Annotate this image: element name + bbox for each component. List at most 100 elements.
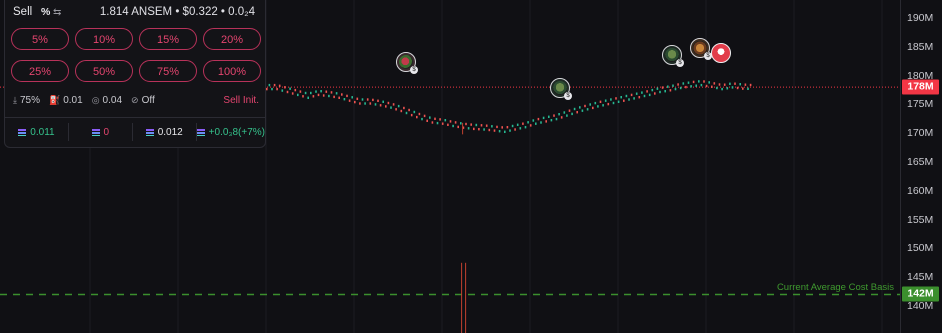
candle [573, 107, 576, 111]
candle [594, 101, 597, 105]
panel-divider [5, 117, 265, 118]
candle [690, 85, 692, 88]
candle [742, 87, 744, 90]
candle [716, 86, 718, 90]
candle [423, 114, 426, 118]
panel-mode-label[interactable]: Sell [13, 6, 32, 18]
candle [493, 129, 496, 132]
swap-icon[interactable]: ⇆ [53, 7, 61, 18]
trader-avatar-3[interactable]: $ [662, 45, 684, 67]
candle [705, 84, 708, 88]
coin-icon: ◎ [91, 95, 100, 105]
candle [643, 94, 646, 98]
candle [579, 106, 581, 109]
price-tick-label: 145M [907, 271, 934, 284]
candle [607, 102, 610, 106]
pct-button-20[interactable]: 20% [203, 28, 261, 50]
candle [439, 118, 441, 121]
candle [465, 122, 467, 126]
candle [685, 85, 687, 89]
candle [597, 105, 599, 108]
candle [330, 91, 333, 94]
cost-basis-tag: 142M [902, 286, 939, 302]
candle [359, 102, 361, 105]
pct-button-75[interactable]: 75% [139, 60, 197, 82]
candle [387, 101, 390, 105]
candle [379, 104, 382, 107]
candle [602, 104, 604, 107]
price-tick-label: 160M [907, 184, 934, 197]
candle [677, 83, 679, 86]
pct-button-15[interactable]: 15% [139, 28, 197, 50]
candle [540, 121, 542, 124]
candle [273, 83, 276, 87]
pct-button-25[interactable]: 25% [11, 60, 69, 82]
candle [408, 108, 410, 112]
alert-avatar-icon[interactable] [711, 43, 731, 63]
candle [641, 91, 643, 94]
price-axis[interactable]: 190M 185M 180M 175M 170M 165M 160M 155M 150M 145M… [900, 0, 942, 333]
trader-avatar-4[interactable]: $ [690, 38, 712, 60]
shield-off-icon: ⊘ [131, 95, 139, 105]
candle [291, 92, 294, 95]
candle [524, 126, 527, 129]
pct-button-10[interactable]: 10% [75, 28, 133, 50]
candle [713, 82, 716, 85]
candle [307, 96, 309, 99]
candle [400, 109, 403, 113]
candle [726, 87, 729, 90]
candle [529, 124, 532, 127]
slippage-setting[interactable]: ⤓ 75% [13, 95, 40, 106]
candle [271, 87, 273, 91]
candle [646, 90, 648, 93]
candle [654, 92, 656, 95]
trader-avatar-2[interactable]: $ [550, 78, 572, 100]
mev-setting[interactable]: ⊘ Off [131, 95, 155, 106]
pct-button-5[interactable]: 5% [11, 28, 69, 50]
candle [473, 127, 475, 131]
candle [467, 127, 470, 130]
candle [511, 124, 514, 128]
pct-button-50[interactable]: 50% [75, 60, 133, 82]
candle [576, 111, 578, 114]
candle [723, 83, 726, 86]
candle [452, 124, 454, 128]
candle [429, 116, 431, 119]
candle [441, 122, 444, 125]
candle [651, 88, 654, 92]
candle [315, 90, 317, 93]
candle [695, 84, 697, 87]
candle [310, 91, 312, 95]
slippage-icon: ⤓ [13, 95, 17, 105]
candle [532, 119, 535, 122]
sell-init-button[interactable]: Sell Init. [223, 95, 259, 106]
candle [421, 117, 423, 121]
candle [682, 82, 685, 85]
pct-button-100[interactable]: 100% [203, 60, 261, 82]
candle [447, 123, 449, 126]
bribe-setting[interactable]: ◎ 0.04 [92, 95, 122, 106]
candle [749, 83, 752, 87]
sol-icon [91, 128, 100, 136]
candle [284, 86, 286, 89]
candle [734, 82, 736, 85]
candle [405, 111, 408, 115]
trader-avatar-1[interactable]: $ [396, 52, 418, 74]
candle [276, 87, 278, 91]
candle [581, 109, 584, 112]
candle [297, 93, 299, 97]
candle [672, 84, 674, 87]
candle [553, 114, 555, 117]
candle [568, 109, 571, 112]
candle [592, 106, 594, 110]
price-tick-label: 170M [907, 127, 934, 140]
price-tick-label: 175M [907, 98, 934, 111]
candle [506, 126, 509, 129]
percent-toggle[interactable]: % [41, 6, 50, 18]
candle [302, 95, 304, 98]
candle [692, 80, 695, 84]
candle [744, 83, 747, 86]
candle [664, 90, 666, 93]
priority-fee-setting[interactable]: ⛽ 0.01 [49, 95, 83, 106]
candle [354, 100, 356, 104]
